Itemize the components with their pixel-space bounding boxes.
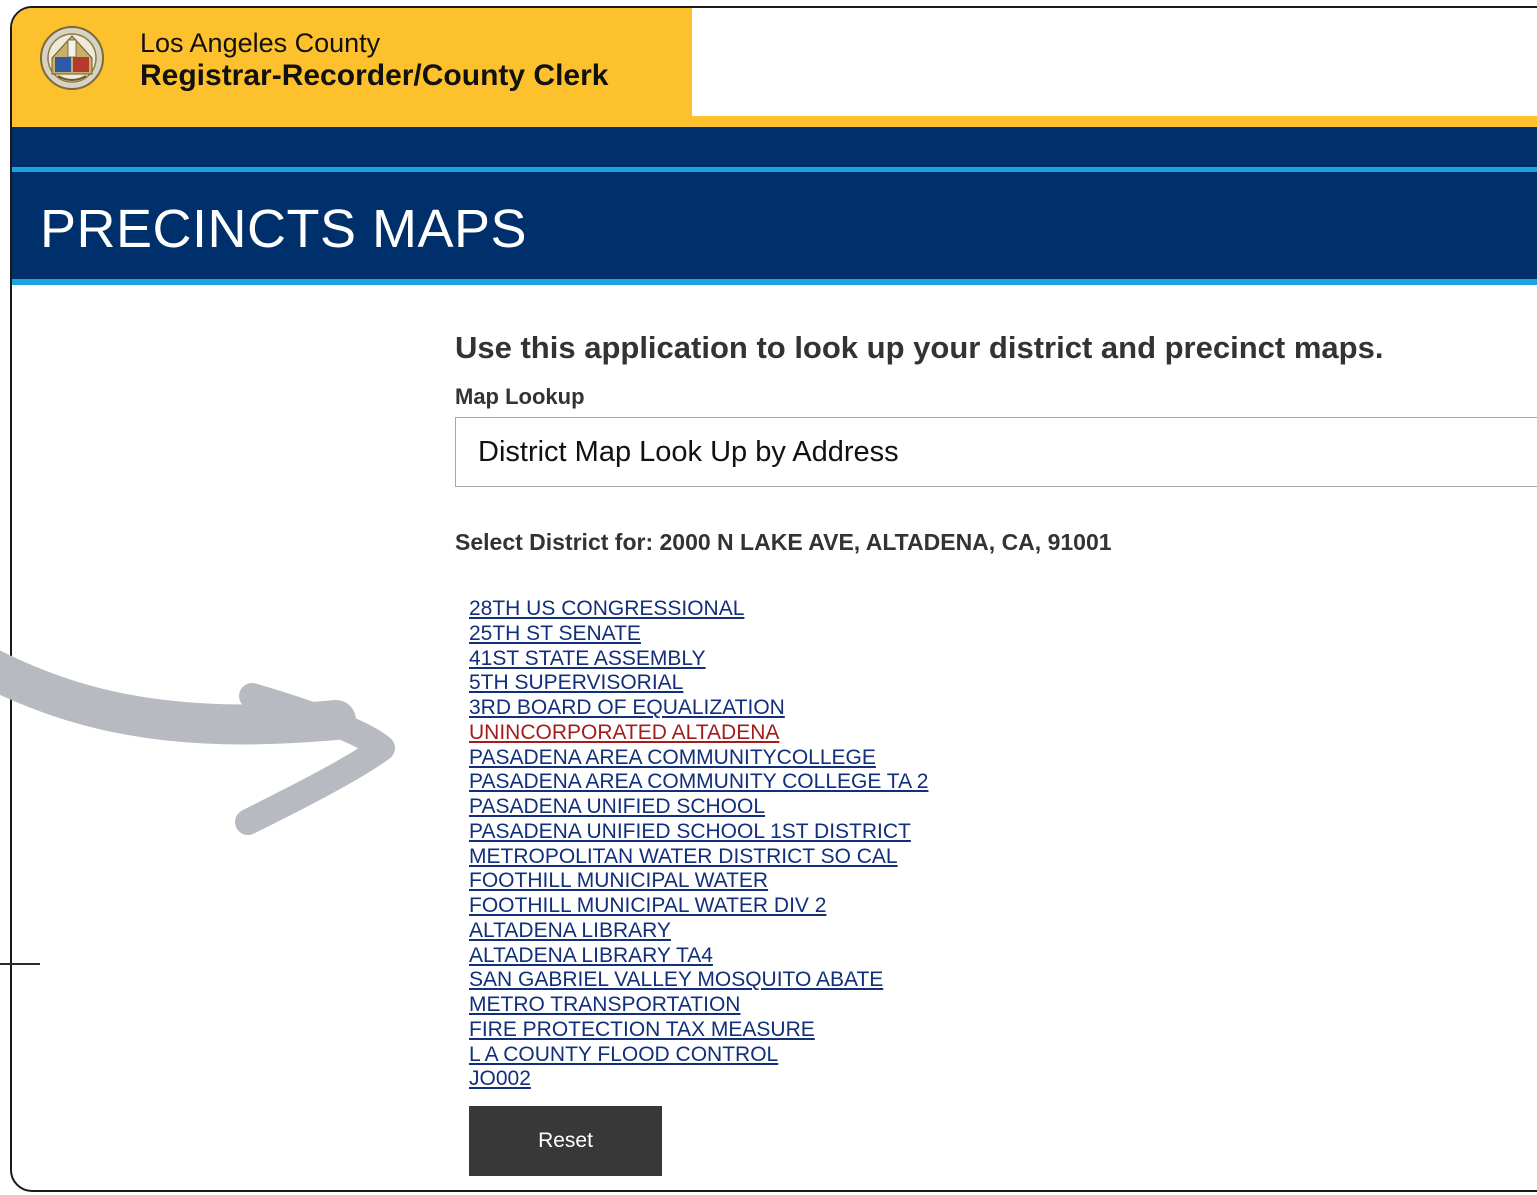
district-link[interactable]: 5TH SUPERVISORIAL	[469, 671, 683, 694]
list-item: ALTADENA LIBRARY	[469, 919, 928, 944]
list-item: SAN GABRIEL VALLEY MOSQUITO ABATE	[469, 968, 928, 993]
list-item: 28TH US CONGRESSIONAL	[469, 597, 928, 622]
screenshot-stage: Los Angeles County Registrar-Recorder/Co…	[0, 0, 1537, 1195]
district-link[interactable]: FOOTHILL MUNICIPAL WATER	[469, 869, 768, 892]
agency-name-line-1: Los Angeles County	[140, 28, 381, 58]
browser-frame: Los Angeles County Registrar-Recorder/Co…	[10, 6, 1537, 1192]
district-link[interactable]: FIRE PROTECTION TAX MEASURE	[469, 1018, 815, 1041]
district-link[interactable]: L A COUNTY FLOOD CONTROL	[469, 1043, 778, 1066]
district-link[interactable]: PASADENA AREA COMMUNITY COLLEGE TA 2	[469, 770, 928, 793]
nav-bar	[12, 127, 1537, 167]
list-item: FOOTHILL MUNICIPAL WATER	[469, 869, 928, 894]
list-item: METROPOLITAN WATER DISTRICT SO CAL	[469, 845, 928, 870]
list-item: FOOTHILL MUNICIPAL WATER DIV 2	[469, 894, 928, 919]
header-yellow-strip	[692, 116, 1537, 127]
list-item: ALTADENA LIBRARY TA4	[469, 944, 928, 969]
list-item: PASADENA AREA COMMUNITYCOLLEGE	[469, 746, 928, 771]
district-link[interactable]: PASADENA UNIFIED SCHOOL	[469, 795, 765, 818]
district-link[interactable]: JO002	[469, 1067, 531, 1090]
page-title: PRECINCTS MAPS	[40, 199, 528, 259]
district-link[interactable]: SAN GABRIEL VALLEY MOSQUITO ABATE	[469, 968, 883, 991]
list-item: L A COUNTY FLOOD CONTROL	[469, 1043, 928, 1068]
district-link[interactable]: 28TH US CONGRESSIONAL	[469, 597, 744, 620]
intro-heading: Use this application to look up your dis…	[455, 330, 1384, 365]
list-item: PASADENA AREA COMMUNITY COLLEGE TA 2	[469, 770, 928, 795]
agency-name-line-2: Registrar-Recorder/County Clerk	[140, 59, 609, 92]
district-link[interactable]: ALTADENA LIBRARY TA4	[469, 944, 713, 967]
district-link[interactable]: 25TH ST SENATE	[469, 622, 641, 645]
district-link[interactable]: FOOTHILL MUNICIPAL WATER DIV 2	[469, 894, 826, 917]
map-lookup-label: Map Lookup	[455, 384, 585, 409]
district-list: 28TH US CONGRESSIONAL 25TH ST SENATE 41S…	[469, 597, 928, 1092]
district-link[interactable]: METRO TRANSPORTATION	[469, 993, 740, 1016]
district-link[interactable]: PASADENA AREA COMMUNITYCOLLEGE	[469, 746, 876, 769]
list-item: 41ST STATE ASSEMBLY	[469, 647, 928, 672]
list-item: JO002	[469, 1067, 928, 1092]
select-district-heading: Select District for: 2000 N LAKE AVE, AL…	[455, 529, 1112, 555]
list-item: PASADENA UNIFIED SCHOOL 1ST DISTRICT	[469, 820, 928, 845]
county-seal-icon[interactable]	[40, 26, 104, 90]
list-item: 3RD BOARD OF EQUALIZATION	[469, 696, 928, 721]
list-item: 5TH SUPERVISORIAL	[469, 671, 928, 696]
list-item: 25TH ST SENATE	[469, 622, 928, 647]
brand-header: Los Angeles County Registrar-Recorder/Co…	[12, 8, 692, 127]
list-item: METRO TRANSPORTATION	[469, 993, 928, 1018]
district-link-selected[interactable]: UNINCORPORATED ALTADENA	[469, 721, 779, 744]
district-link[interactable]: PASADENA UNIFIED SCHOOL 1ST DISTRICT	[469, 820, 911, 843]
header-blank-area	[692, 8, 1537, 116]
map-lookup-select[interactable]: District Map Look Up by Address	[455, 417, 1537, 487]
list-item: UNINCORPORATED ALTADENA	[469, 721, 928, 746]
reset-button[interactable]: Reset	[469, 1106, 662, 1176]
list-item: PASADENA UNIFIED SCHOOL	[469, 795, 928, 820]
title-divider	[12, 279, 1537, 285]
district-link[interactable]: 3RD BOARD OF EQUALIZATION	[469, 696, 785, 719]
district-link[interactable]: ALTADENA LIBRARY	[469, 919, 671, 942]
district-link[interactable]: METROPOLITAN WATER DISTRICT SO CAL	[469, 845, 898, 868]
district-link[interactable]: 41ST STATE ASSEMBLY	[469, 647, 706, 670]
list-item: FIRE PROTECTION TAX MEASURE	[469, 1018, 928, 1043]
